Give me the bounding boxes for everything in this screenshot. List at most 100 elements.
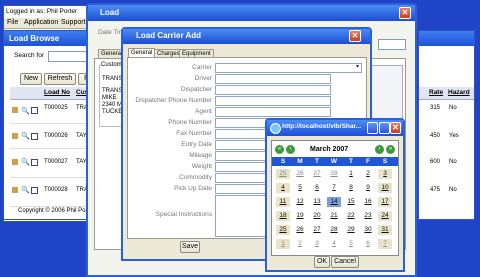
driver-label: Driver (194, 75, 212, 82)
table-row[interactable]: 🔍 T000026 TAYL (10, 124, 96, 149)
calendar-day[interactable]: 22 (344, 211, 358, 221)
calendar-day[interactable]: 2 (361, 169, 375, 179)
calendar-day[interactable]: 27 (310, 225, 324, 235)
calendar-day[interactable]: 6 (310, 183, 324, 193)
calendar-day[interactable]: 13 (310, 197, 324, 207)
new-button[interactable]: New (20, 73, 42, 85)
calendar-day[interactable]: 2 (293, 239, 307, 249)
menu-application[interactable]: Application (24, 19, 58, 26)
calendar-day[interactable]: 11 (276, 197, 290, 207)
calendar-day[interactable]: 24 (378, 211, 392, 221)
calendar-day[interactable]: 17 (378, 197, 392, 207)
edit-icon[interactable] (12, 159, 18, 165)
menu-bar: File Application Support (4, 18, 96, 29)
table-row[interactable]: 🔍 T000028 TRAD (10, 178, 96, 207)
calendar-day[interactable]: 7 (327, 183, 341, 193)
calendar-day[interactable]: 14 (327, 197, 341, 207)
pick-up-date-field[interactable] (215, 184, 267, 194)
date-time-select[interactable] (378, 39, 406, 50)
refresh-button[interactable]: Refresh (44, 73, 76, 85)
calendar-day[interactable]: 25 (276, 225, 290, 235)
calendar-day[interactable]: 19 (293, 211, 307, 221)
phone-number-field[interactable] (215, 118, 267, 128)
calendar-day[interactable]: 28 (327, 169, 341, 179)
weekday-label: W (330, 158, 338, 165)
save-button[interactable]: Save (180, 241, 200, 253)
next-year-icon[interactable]: » (386, 145, 395, 154)
calendar-day[interactable]: 26 (293, 225, 307, 235)
calendar-day[interactable]: 12 (293, 197, 307, 207)
calendar-day[interactable]: 7 (378, 239, 392, 249)
column-header-rate[interactable]: Rate (429, 89, 443, 96)
view-icon[interactable]: 🔍 (21, 107, 30, 115)
driver-field[interactable] (215, 74, 331, 84)
calendar-day[interactable]: 4 (276, 183, 290, 193)
menu-file[interactable]: File (7, 19, 18, 26)
close-icon[interactable]: ✕ (390, 122, 401, 134)
view-icon[interactable]: 🔍 (21, 132, 30, 140)
calendar-day[interactable]: 21 (327, 211, 341, 221)
carrier-select[interactable]: ▾ (215, 63, 362, 73)
row-checkbox[interactable] (31, 107, 38, 114)
maximize-icon[interactable] (379, 122, 390, 134)
table-row[interactable]: 🔍 T000025 TRAN (10, 99, 96, 124)
ok-button[interactable]: OK (314, 256, 330, 268)
close-icon[interactable]: ✕ (399, 7, 411, 19)
commodity-field[interactable] (215, 173, 267, 183)
menu-support[interactable]: Support (61, 19, 86, 26)
calendar-day[interactable]: 15 (344, 197, 358, 207)
calendar-day[interactable]: 23 (361, 211, 375, 221)
prev-month-icon[interactable]: ‹ (286, 145, 295, 154)
cancel-button[interactable]: Cancel (331, 256, 359, 268)
calendar-day[interactable]: 29 (344, 225, 358, 235)
column-header-load-no[interactable]: Load No (44, 89, 70, 96)
column-header-hazard[interactable]: Hazard (448, 89, 470, 96)
row-checkbox[interactable] (31, 187, 38, 194)
agent-field[interactable] (215, 107, 331, 117)
calendar-day[interactable]: 31 (378, 225, 392, 235)
edit-icon[interactable] (12, 187, 18, 193)
weight-field[interactable] (215, 162, 267, 172)
view-icon[interactable]: 🔍 (21, 158, 30, 166)
calendar-day[interactable]: 18 (276, 211, 290, 221)
dispatcher-phone-field[interactable] (215, 96, 331, 106)
hazard-cell: No (449, 105, 457, 111)
row-checkbox[interactable] (31, 133, 38, 140)
calendar-day[interactable]: 4 (327, 239, 341, 249)
calendar-day[interactable]: 6 (361, 239, 375, 249)
prev-year-icon[interactable]: « (275, 145, 284, 154)
calendar-day[interactable]: 1 (344, 169, 358, 179)
field-labels-column: Carrier Driver Dispatcher Dispatcher Pho… (128, 58, 212, 238)
fax-number-field[interactable] (215, 129, 267, 139)
calendar-day[interactable]: 27 (310, 169, 324, 179)
edit-icon[interactable] (12, 107, 18, 113)
calendar-day[interactable]: 10 (378, 183, 392, 193)
calendar-day[interactable]: 28 (327, 225, 341, 235)
dispatcher-field[interactable] (215, 85, 331, 95)
calendar-day[interactable]: 1 (276, 239, 290, 249)
dispatcher-phone-label: Dispatcher Phone Number (135, 97, 212, 104)
calendar-day[interactable]: 16 (361, 197, 375, 207)
calendar-day[interactable]: 3 (310, 239, 324, 249)
table-row[interactable]: 🔍 T000027 TAYL (10, 149, 96, 178)
calendar-day[interactable]: 25 (276, 169, 290, 179)
tab-general[interactable]: General (128, 48, 156, 57)
mileage-field[interactable] (215, 151, 267, 161)
calendar-day[interactable]: 8 (344, 183, 358, 193)
calendar-day[interactable]: 5 (344, 239, 358, 249)
calendar-day[interactable]: 30 (361, 225, 375, 235)
calendar-day[interactable]: 5 (293, 183, 307, 193)
row-checkbox[interactable] (31, 159, 38, 166)
close-icon[interactable]: ✕ (349, 30, 361, 42)
calendar-day[interactable]: 9 (361, 183, 375, 193)
calendar-day[interactable]: 26 (293, 169, 307, 179)
browser-icon (270, 123, 281, 134)
edit-icon[interactable] (12, 133, 18, 139)
next-month-icon[interactable]: › (375, 145, 384, 154)
minimize-icon[interactable] (367, 122, 378, 134)
entry-date-field[interactable] (215, 140, 267, 150)
calendar-day[interactable]: 20 (310, 211, 324, 221)
calendar-day[interactable]: 3 (378, 169, 392, 179)
load-title: Load (100, 8, 120, 17)
view-icon[interactable]: 🔍 (21, 186, 30, 194)
